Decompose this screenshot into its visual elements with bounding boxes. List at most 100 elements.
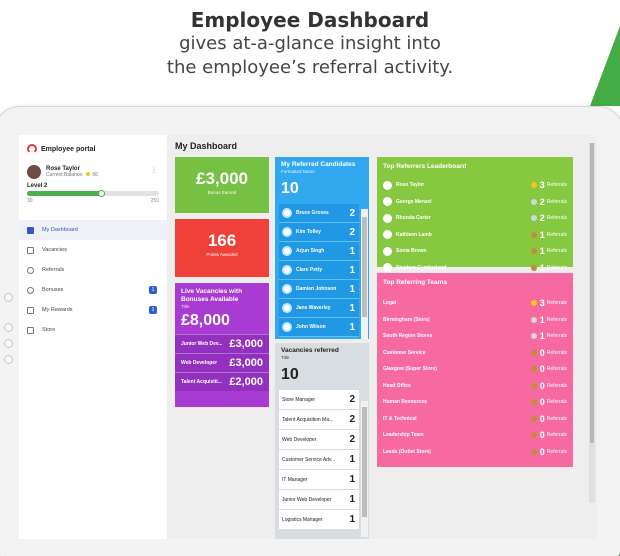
list-item[interactable]: Sonia Brown 1 Referrals [377, 243, 573, 260]
sidebar-item-referrals[interactable]: Referrals [19, 260, 167, 280]
candidate-name: Jane Waverley [296, 305, 331, 311]
tick-min: 30 [27, 198, 33, 204]
list-item[interactable]: Rhonda Carter 2 Referrals [377, 210, 573, 227]
list-item[interactable]: Talent Acquisition Ma... 2 [279, 410, 359, 430]
level-ticks: 30 250 [19, 196, 167, 206]
points-tile[interactable]: 166 Points Awarded [175, 219, 269, 277]
vacancy-name: Junior Web Dev... [181, 341, 223, 347]
referrals-unit: Referrals [546, 366, 567, 373]
list-item[interactable]: Glasgow (Super Store) 0 Referrals [377, 361, 573, 378]
vacancies-scrollbar[interactable] [361, 401, 368, 537]
portal-brand[interactable]: Employee portal [19, 139, 167, 159]
sidebar-item-store[interactable]: Store [19, 320, 167, 340]
candidates-scroll-thumb[interactable] [362, 217, 367, 317]
tablet-button [4, 355, 13, 364]
list-item[interactable]: Clare Petty 1 [279, 261, 359, 280]
list-item[interactable]: Damien Johnson 1 [279, 280, 359, 299]
referrals-unit: Referrals [546, 231, 567, 238]
points-label: Points Awarded [206, 252, 238, 257]
candidate-name: Clare Petty [296, 267, 323, 273]
referrer-count: 1 [539, 262, 545, 273]
list-item[interactable]: Birmingham (Store) 1 Referrals [377, 312, 573, 329]
list-item[interactable]: Leeds (Outlet Store) 0 Referrals [377, 444, 573, 461]
referrals-unit: Referrals [546, 198, 567, 205]
list-item[interactable]: George Menzel 2 Referrals [377, 194, 573, 211]
sidebar-item-vacancies[interactable]: Vacancies [19, 240, 167, 260]
referred-title: My Referred Candidates [281, 161, 356, 168]
team-name: Leadership Team [383, 432, 424, 439]
list-item[interactable]: Web Developer £3,000 [175, 353, 269, 372]
list-item[interactable]: Rose Taylor 3 Referrals [377, 177, 573, 194]
sidebar-item-label: Store [42, 327, 56, 333]
sidebar-item-dashboard[interactable]: My Dashboard [19, 220, 167, 240]
vacancy-bonus: £3,000 [229, 357, 263, 369]
list-item[interactable]: Leadership Team 0 Referrals [377, 427, 573, 444]
candidate-count: 1 [349, 302, 355, 314]
list-item[interactable]: Kim Tolley 2 [279, 223, 359, 242]
tablet-frame: Employee portal Rose Taylor Current Bala… [0, 106, 620, 556]
list-item[interactable]: IT Manager 1 [279, 470, 359, 490]
referrals-icon [27, 266, 34, 274]
list-item[interactable]: Arjun Singh 1 [279, 242, 359, 261]
tick-max: 250 [150, 198, 159, 204]
team-name: Head Office [383, 382, 411, 389]
headline: Employee Dashboard gives at-a-glance ins… [0, 8, 620, 80]
referrals-unit: Referrals [546, 432, 567, 439]
store-icon [27, 326, 34, 334]
list-item[interactable]: Bruce Groves 2 [279, 204, 359, 223]
user-menu-icon[interactable]: ⋮ [151, 167, 157, 174]
avatar [383, 263, 392, 273]
medal-icon [530, 399, 537, 406]
candidate-count: 2 [349, 226, 355, 238]
list-item[interactable]: Junior Web Developer 1 [279, 490, 359, 510]
list-item[interactable]: Web Developer 2 [279, 430, 359, 450]
vacancies-scroll-thumb[interactable] [362, 407, 367, 517]
medal-icon [530, 432, 537, 439]
team-name: South Region Stores [383, 333, 433, 340]
sidebar: Employee portal Rose Taylor Current Bala… [19, 135, 167, 539]
medal-icon [530, 248, 537, 255]
rewards-count-badge: 1 [149, 306, 157, 314]
list-item[interactable]: Store Manager 2 [279, 390, 359, 410]
list-item[interactable]: Head Office 0 Referrals [377, 378, 573, 395]
leaderboard-panel: Top Referrers Leaderboard Rose Taylor 3 Re… [377, 157, 573, 273]
list-item[interactable]: Jane Waverley 1 [279, 299, 359, 318]
medal-icon [530, 448, 537, 455]
referrals-unit: Referrals [546, 264, 567, 271]
rewards-icon [27, 306, 34, 314]
page-title: My Dashboard [175, 141, 238, 151]
list-item[interactable]: John Wilson 1 [279, 318, 359, 337]
vacancy-name: Talent Acquisition Ma... [282, 416, 334, 423]
team-name: Birmingham (Store) [383, 316, 430, 323]
main-scroll-thumb[interactable] [590, 143, 594, 443]
avatar [282, 265, 292, 275]
team-count: 3 [539, 298, 545, 309]
points-value: 166 [207, 231, 237, 250]
list-item[interactable]: Human Resources 0 Referrals [377, 394, 573, 411]
list-item[interactable]: Legal 3 Referrals [377, 295, 573, 312]
list-item[interactable]: Junior Web Dev... £3,000 [175, 334, 269, 353]
bonus-label: Bonus Earned [207, 190, 237, 195]
medal-icon [530, 349, 537, 356]
sidebar-item-bonuses[interactable]: Bonuses 1 [19, 280, 167, 300]
list-item[interactable]: Logistics Manager 1 [279, 510, 359, 530]
list-item[interactable]: Talent Acquisiti... £2,000 [175, 372, 269, 391]
sidebar-item-rewards[interactable]: My Rewards 1 [19, 300, 167, 320]
vacancy-name: Talent Acquisiti... [181, 379, 222, 385]
referrals-unit: Referrals [546, 448, 567, 455]
referrals-unit: Referrals [546, 248, 567, 255]
candidates-scrollbar[interactable] [361, 209, 368, 339]
live-vacancies-tile: Live Vacancies with Bonuses Available Ti… [175, 283, 269, 407]
sidebar-item-label: Referrals [42, 267, 65, 273]
bonus-tile[interactable]: £3,000 Bonus Earned [175, 157, 269, 213]
list-item[interactable]: Customer Service Adv... 1 [279, 450, 359, 470]
team-count: 0 [539, 446, 545, 457]
list-item[interactable]: IT & Technical 0 Referrals [377, 411, 573, 428]
list-item[interactable]: South Region Stores 1 Referrals [377, 328, 573, 345]
avatar [27, 165, 41, 179]
list-item[interactable]: Kathleen Lamb 1 Referrals [377, 227, 573, 244]
vacancy-count: 2 [349, 414, 355, 425]
list-item[interactable]: Customer Service 0 Referrals [377, 345, 573, 362]
avatar [383, 213, 392, 223]
main-scrollbar[interactable] [589, 143, 595, 503]
